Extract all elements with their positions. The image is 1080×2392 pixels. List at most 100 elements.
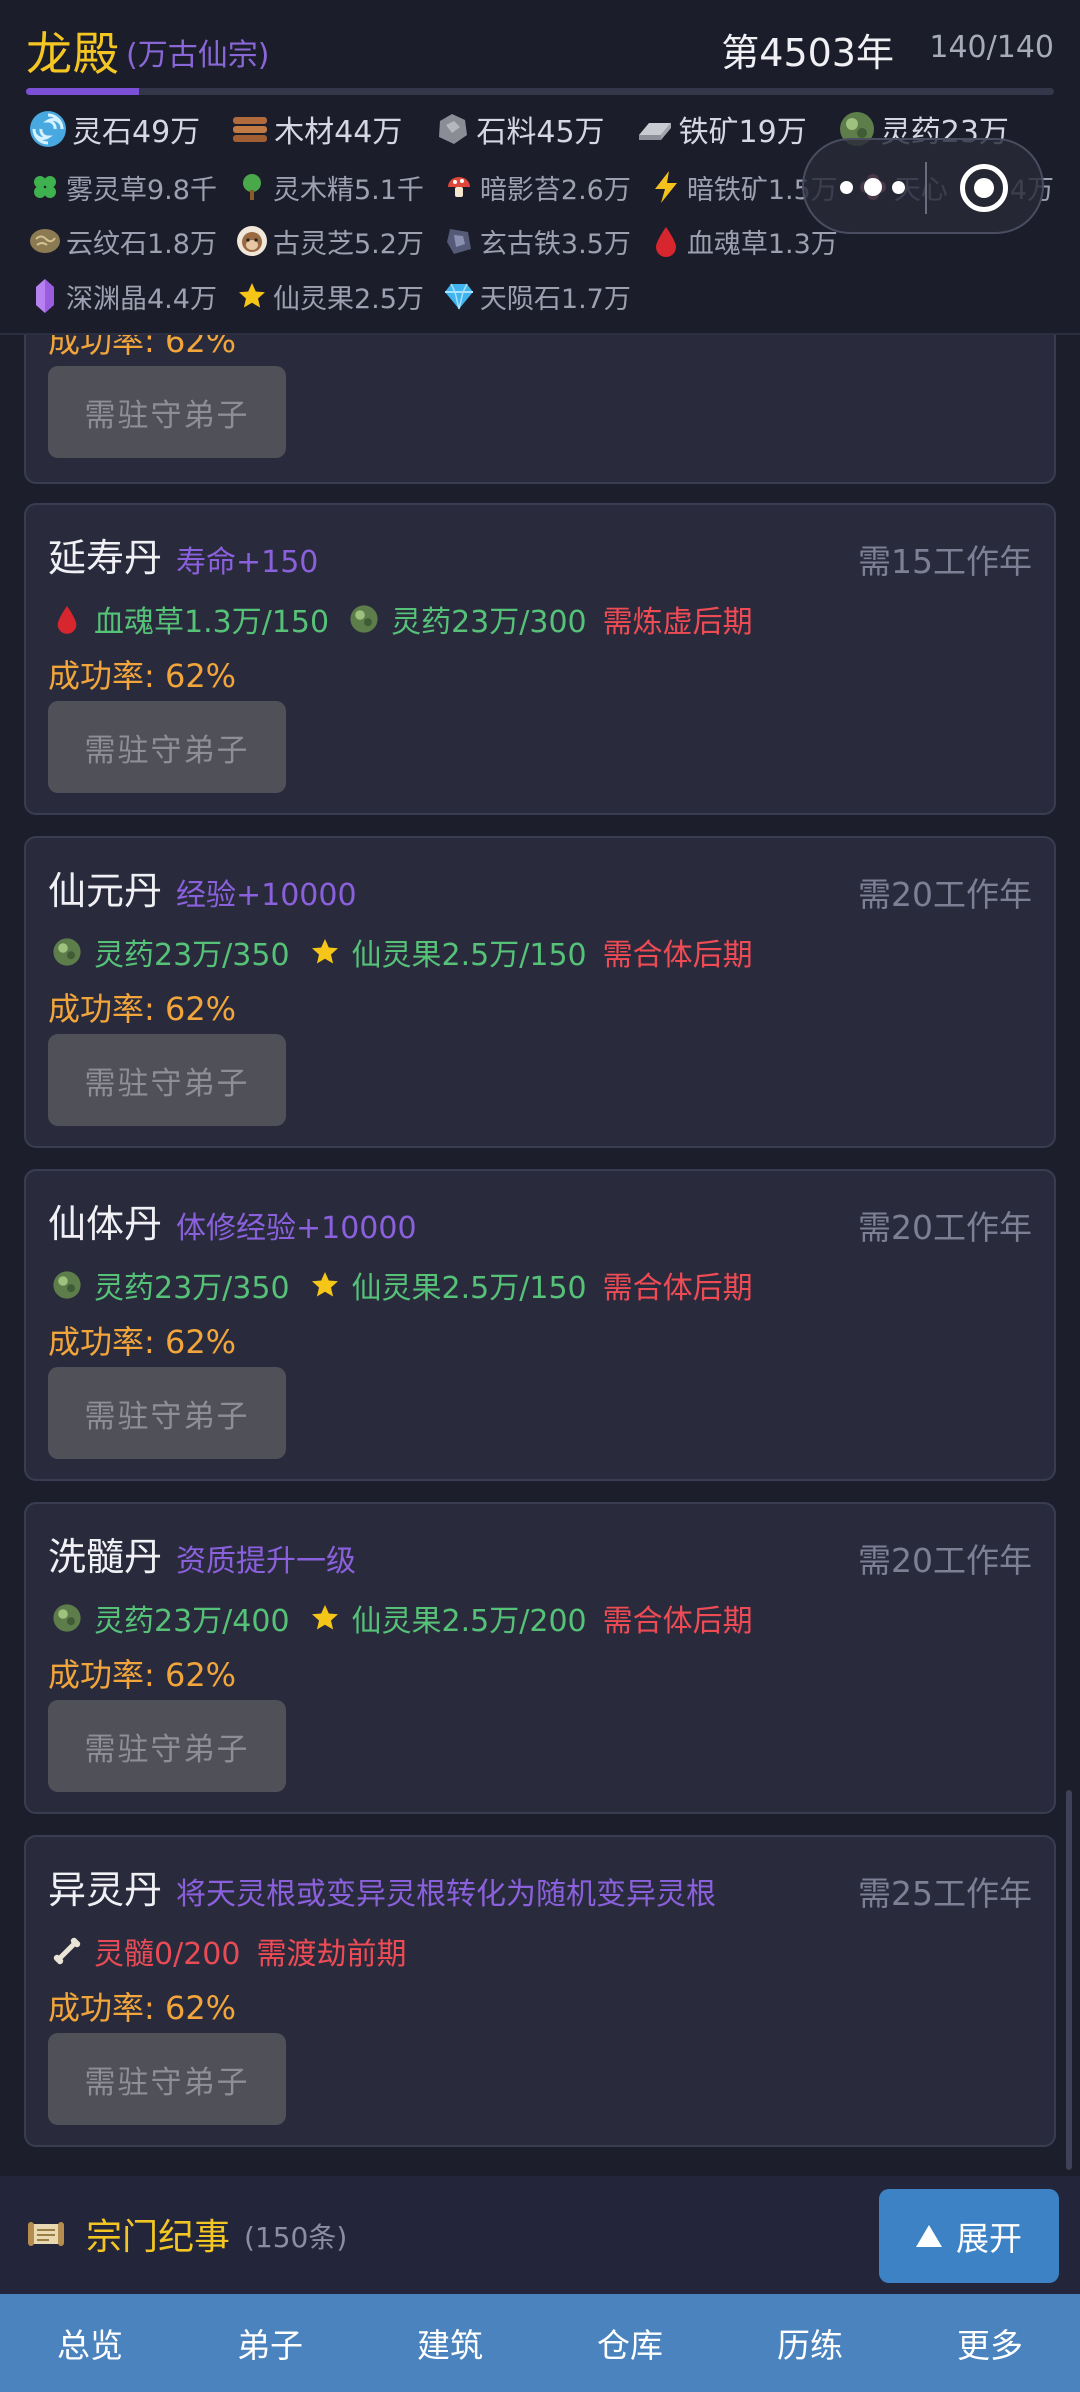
resource-label: 暗影苔2.6万: [479, 174, 631, 206]
blood-drop-icon: [649, 224, 683, 258]
resource-label: 石料45万: [476, 115, 605, 150]
resource-blood-soul-grass: 血魂草1.3万: [649, 222, 838, 261]
chronicle-count: (150条): [244, 2221, 348, 2254]
pill-name: 仙体丹: [48, 1202, 163, 1246]
stone-icon: [432, 109, 472, 149]
requirement-item: 灵药23万/300: [345, 597, 587, 641]
expand-chronicle-button[interactable]: 展开: [879, 2189, 1059, 2283]
resource-label: 云纹石1.8万: [66, 228, 217, 260]
assign-guard-button[interactable]: 需驻守弟子: [48, 366, 286, 458]
pill-card-xianti: 仙体丹 体修经验+10000 需20工作年 灵药23万/350 仙灵果2.5万/…: [24, 1169, 1056, 1481]
pill-card-yanshou: 延寿丹 寿命+150 需15工作年 血魂草1.3万/150 灵药23万/300 …: [24, 503, 1056, 815]
year-display: 第4503年: [721, 31, 894, 75]
monkey-icon: [235, 224, 269, 258]
pill-effect: 资质提升一级: [176, 1544, 356, 1579]
bottom-tab-bar: 总览 弟子 建筑 仓库 历练 更多: [0, 2294, 1080, 2392]
close-target-icon[interactable]: [960, 164, 1008, 212]
tab-buildings[interactable]: 建筑: [360, 2294, 540, 2392]
resource-label: 深渊晶4.4万: [66, 283, 217, 315]
resource-row-rare-3: 深渊晶4.4万 仙灵果2.5万 天陨石1.7万: [28, 273, 649, 319]
scrollbar[interactable]: [1066, 1790, 1072, 2170]
cloud-stone-icon: [28, 224, 62, 258]
pill-card-xianyuan: 仙元丹 经验+10000 需20工作年 灵药23万/350 仙灵果2.5万/15…: [24, 836, 1056, 1148]
resource-label: 灵木精5.1千: [272, 174, 424, 206]
requirements: 血魂草1.3万/150 灵药23万/300 需炼虚后期: [48, 597, 753, 641]
resource-abyss-crystal: 深渊晶4.4万: [28, 277, 217, 316]
tab-more[interactable]: 更多: [900, 2294, 1080, 2392]
expand-label: 展开: [956, 2220, 1022, 2257]
assign-guard-button[interactable]: 需驻守弟子: [48, 1367, 286, 1459]
capsule-divider: [925, 162, 927, 214]
miniprogram-capsule: [802, 138, 1044, 234]
tree-icon: [235, 170, 269, 204]
herb-orb-icon: [48, 933, 86, 971]
resource-xuan-iron: 玄古铁3.5万: [442, 222, 631, 261]
year-progress-fill: [26, 88, 140, 95]
realm-requirement: 需渡劫前期: [256, 1937, 407, 1972]
star-icon: [306, 1599, 344, 1637]
assign-guard-button[interactable]: 需驻守弟子: [48, 1700, 286, 1792]
tab-adventure[interactable]: 历练: [720, 2294, 900, 2392]
assign-guard-button[interactable]: 需驻守弟子: [48, 2033, 286, 2125]
resource-mist-grass: 雾灵草9.8千: [28, 168, 217, 207]
requirement-item: 灵髓0/200: [48, 1929, 240, 1973]
requirements: 灵髓0/200 需渡劫前期: [48, 1929, 406, 1973]
mushroom-icon: [442, 170, 476, 204]
resource-label: 天陨石1.7万: [479, 283, 631, 315]
success-rate: 成功率: 62%: [48, 1989, 237, 2027]
triangle-up-icon: [916, 2225, 942, 2247]
tab-warehouse[interactable]: 仓库: [540, 2294, 720, 2392]
requirement-item: 灵药23万/350: [48, 1263, 290, 1307]
year-progress-bar: [26, 88, 1054, 95]
scroll-icon: [26, 2216, 66, 2252]
herb-orb-icon: [48, 1266, 86, 1304]
pill-effect: 将天灵根或变异灵根转化为随机变异灵根: [176, 1877, 716, 1912]
wood-icon: [230, 109, 270, 149]
sect-subtitle: (万古仙宗): [126, 38, 270, 73]
resource-spirit-wood: 灵木精5.1千: [235, 168, 424, 207]
pill-name: 延寿丹: [48, 536, 163, 580]
resource-label: 铁矿19万: [678, 115, 807, 150]
resource-label: 木材44万: [274, 115, 403, 150]
disciple-count: 140/140: [929, 30, 1054, 65]
blood-drop-icon: [48, 600, 86, 638]
work-years: 需20工作年: [858, 1208, 1032, 1247]
herb-orb-icon: [48, 1599, 86, 1637]
more-dots-icon[interactable]: [838, 172, 908, 202]
tab-overview[interactable]: 总览: [0, 2294, 180, 2392]
resource-label: 古灵芝5.2万: [272, 228, 424, 260]
success-rate: 成功率: 62%: [48, 990, 237, 1028]
star-icon: [306, 933, 344, 971]
resource-row-rare-2: 云纹石1.8万 古灵芝5.2万 玄古铁3.5万 血魂草1.3万: [28, 218, 856, 264]
lightning-icon: [649, 170, 683, 204]
title-row: 龙殿 (万古仙宗) 第4503年 140/140: [26, 18, 1054, 82]
requirement-item: 仙灵果2.5万/150: [306, 1263, 587, 1307]
spirit-stone-icon: [28, 109, 68, 149]
realm-requirement: 需合体后期: [602, 938, 753, 973]
resource-cloud-stone: 云纹石1.8万: [28, 222, 217, 261]
requirement-item: 仙灵果2.5万/200: [306, 1596, 587, 1640]
resource-iron-ore: 铁矿19万: [635, 107, 807, 151]
requirements: 灵药23万/350 仙灵果2.5万/150 需合体后期: [48, 930, 753, 974]
tab-disciples[interactable]: 弟子: [180, 2294, 360, 2392]
work-years: 需20工作年: [858, 1541, 1032, 1580]
work-years: 需25工作年: [858, 1874, 1032, 1913]
star-icon: [235, 279, 269, 313]
resource-ancient-lingzhi: 古灵芝5.2万: [235, 222, 424, 261]
resource-label: 仙灵果2.5万: [272, 283, 424, 315]
assign-guard-button[interactable]: 需驻守弟子: [48, 1034, 286, 1126]
pill-card-xisui: 洗髓丹 资质提升一级 需20工作年 灵药23万/400 仙灵果2.5万/200 …: [24, 1502, 1056, 1814]
resource-spirit-stone: 灵石49万: [28, 107, 200, 151]
work-years: 需15工作年: [858, 542, 1032, 581]
assign-guard-button[interactable]: 需驻守弟子: [48, 701, 286, 793]
pill-name: 异灵丹: [48, 1868, 163, 1912]
diamond-icon: [442, 279, 476, 313]
requirements: 灵药23万/400 仙灵果2.5万/200 需合体后期: [48, 1596, 753, 1640]
resource-label: 血魂草1.3万: [686, 228, 838, 260]
work-years: 需20工作年: [858, 875, 1032, 914]
success-rate: 成功率: 62%: [48, 657, 237, 695]
top-header: 龙殿 (万古仙宗) 第4503年 140/140 灵石49万 木材44万 石料4…: [0, 0, 1080, 335]
iron-ore-icon: [635, 109, 675, 149]
resource-meteorite: 天陨石1.7万: [442, 277, 631, 316]
chronicle-title: 宗门纪事: [86, 2217, 231, 2258]
